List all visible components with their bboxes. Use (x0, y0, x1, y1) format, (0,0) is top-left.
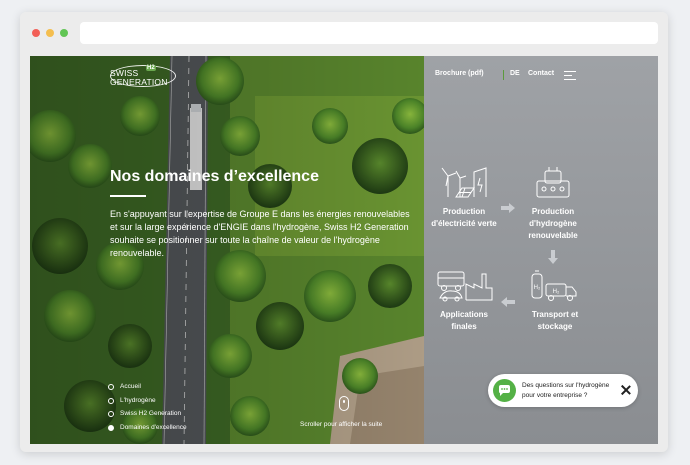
arrow-left-icon (501, 297, 515, 307)
hero-section: SWISS H2 GENERATION Nos domaines d’excel… (30, 56, 424, 444)
section-nav-item-hydrogene[interactable]: L'hydrogène (108, 396, 187, 410)
chat-bubble-icon (493, 379, 516, 402)
address-bar[interactable] (80, 22, 658, 44)
site-logo[interactable]: SWISS H2 GENERATION (110, 62, 176, 88)
chat-widget[interactable]: Des questions sur l'hydrogène pour votre… (488, 374, 638, 407)
section-nav-label: L'hydrogène (120, 396, 156, 404)
language-switch[interactable]: DE (510, 70, 520, 77)
nav-divider (503, 70, 504, 80)
wind-solar-icon (441, 167, 487, 198)
close-window-button[interactable] (32, 29, 40, 37)
applications-vehicles-factory-icon (437, 271, 493, 302)
section-nav-item-accueil[interactable]: Accueil (108, 382, 187, 396)
contact-link[interactable]: Contact (528, 70, 554, 77)
intro-paragraph: En s'appuyant sur l'expertise de Groupe … (110, 209, 410, 258)
close-icon[interactable] (620, 384, 632, 396)
minimize-window-button[interactable] (46, 29, 54, 37)
section-nav-item-swiss-h2[interactable]: Swiss H2 Generation (108, 409, 187, 423)
scroll-mouse-icon[interactable] (339, 396, 349, 411)
page-title: Nos domaines d’excellence (110, 168, 319, 185)
section-nav-label: Swiss H2 Generation (120, 410, 182, 417)
scroll-hint: Scroller pour afficher la suite (300, 421, 383, 428)
arrow-right-icon (501, 203, 515, 213)
logo-h2-badge: H2 (146, 65, 156, 71)
h2-label-truck: H₂ (553, 289, 560, 295)
nav-bullet-icon (108, 397, 114, 404)
maximize-window-button[interactable] (60, 29, 68, 37)
step-production-hydrogen: Production d'hydrogène renouvelable (528, 207, 578, 240)
section-nav-label: Accueil (120, 383, 141, 390)
arrow-down-icon (548, 250, 558, 264)
step-production-electricity: Production d'électricité verte (431, 207, 497, 228)
logo-text-generation: GENERATION (110, 77, 168, 87)
brochure-link[interactable]: Brochure (pdf) (435, 70, 484, 77)
nav-bullet-icon (108, 384, 114, 390)
nav-bullet-active-icon (108, 424, 114, 431)
section-nav-item-domaines[interactable]: Domaines d'excellence (108, 423, 187, 437)
hamburger-menu-icon[interactable] (564, 71, 576, 81)
nav-bullet-icon (108, 411, 114, 417)
step-transport: Transport et stockage (531, 310, 579, 331)
chat-prompt: Des questions sur l'hydrogène pour votre… (522, 382, 610, 399)
section-nav: Accueil L'hydrogène Swiss H2 Generation … (108, 382, 187, 436)
transport-truck-icon: H₂ H₂ (531, 270, 577, 301)
section-nav-label: Domaines d'excellence (120, 423, 187, 431)
step-applications: Applications finales (439, 310, 488, 331)
title-underline (110, 195, 146, 197)
browser-titlebar (20, 12, 668, 52)
electrolyser-icon (536, 167, 570, 198)
h2-label-bottle: H₂ (534, 285, 541, 291)
